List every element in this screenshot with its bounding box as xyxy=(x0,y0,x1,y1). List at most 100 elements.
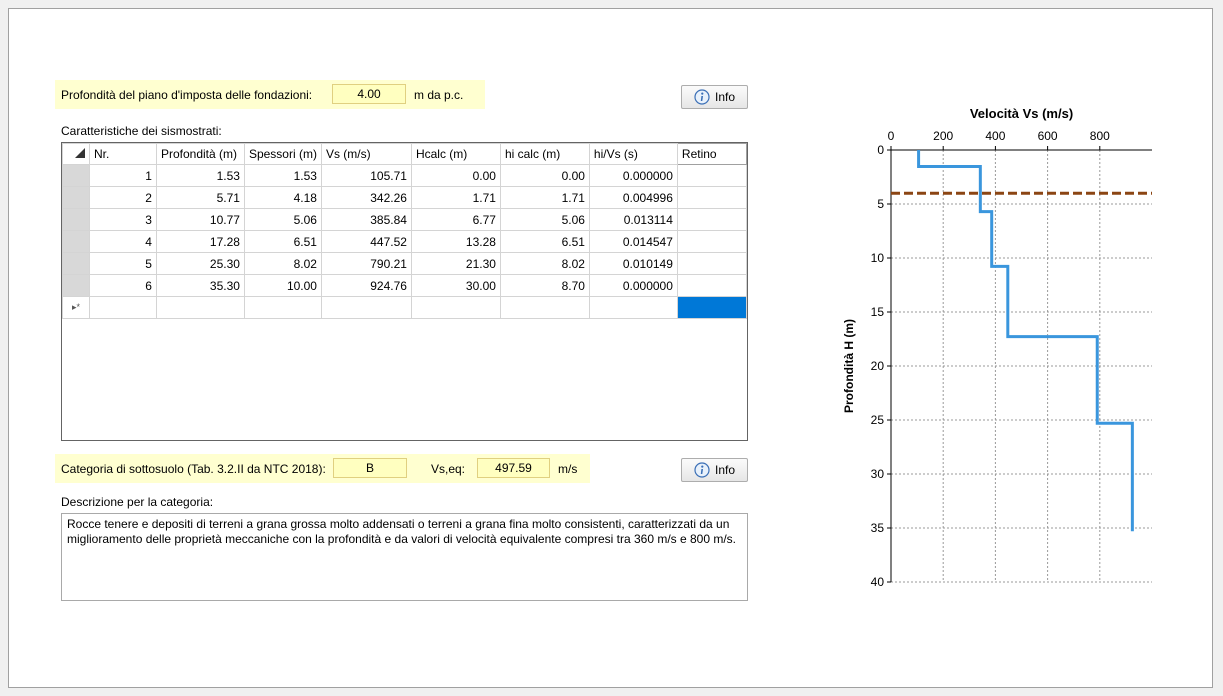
new-row[interactable]: ▸* xyxy=(62,296,748,319)
new-cell-retino[interactable] xyxy=(676,296,748,319)
col-header-hicalc[interactable]: hi calc (m) xyxy=(499,143,590,165)
row-header[interactable] xyxy=(62,164,90,187)
cell-hicalc[interactable]: 6.51 xyxy=(499,230,590,253)
col-header-profondita[interactable]: Profondità (m) xyxy=(155,143,245,165)
cell-vs[interactable]: 105.71 xyxy=(320,164,412,187)
table-row[interactable]: 4 17.28 6.51 447.52 13.28 6.51 0.014547 xyxy=(62,230,748,253)
cell-retino[interactable] xyxy=(676,186,748,209)
cell-hivs[interactable]: 0.000000 xyxy=(588,274,678,297)
cell-vs[interactable]: 447.52 xyxy=(320,230,412,253)
new-cell-hivs[interactable] xyxy=(588,296,678,319)
description-textbox[interactable]: Rocce tenere e depositi di terreni a gra… xyxy=(61,513,748,601)
y-tick-label: 30 xyxy=(871,467,885,481)
cell-retino[interactable] xyxy=(676,208,748,231)
foundation-depth-input[interactable]: 4.00 xyxy=(332,84,406,104)
cell-vs[interactable]: 924.76 xyxy=(320,274,412,297)
cell-nr[interactable]: 3 xyxy=(88,208,157,231)
cell-spessori[interactable]: 1.53 xyxy=(243,164,322,187)
table-header-row: Nr. Profondità (m) Spessori (m) Vs (m/s)… xyxy=(62,143,748,165)
new-row-marker[interactable]: ▸* xyxy=(62,296,90,319)
table-row[interactable]: 5 25.30 8.02 790.21 21.30 8.02 0.010149 xyxy=(62,252,748,275)
cell-hicalc[interactable]: 5.06 xyxy=(499,208,590,231)
new-cell-spessori[interactable] xyxy=(243,296,322,319)
col-header-hcalc[interactable]: Hcalc (m) xyxy=(410,143,501,165)
x-tick-label: 200 xyxy=(933,129,953,143)
cell-profondita[interactable]: 17.28 xyxy=(155,230,245,253)
table-row[interactable]: 3 10.77 5.06 385.84 6.77 5.06 0.013114 xyxy=(62,208,748,231)
cell-spessori[interactable]: 8.02 xyxy=(243,252,322,275)
x-tick-label: 600 xyxy=(1038,129,1058,143)
table-row[interactable]: 6 35.30 10.00 924.76 30.00 8.70 0.000000 xyxy=(62,274,748,297)
cell-nr[interactable]: 4 xyxy=(88,230,157,253)
cell-retino[interactable] xyxy=(676,252,748,275)
cell-hcalc[interactable]: 6.77 xyxy=(410,208,501,231)
cell-vs[interactable]: 790.21 xyxy=(320,252,412,275)
select-all-corner[interactable] xyxy=(62,143,90,165)
category-value: B xyxy=(333,458,407,478)
cell-hicalc[interactable]: 0.00 xyxy=(499,164,590,187)
cell-nr[interactable]: 1 xyxy=(88,164,157,187)
table-row[interactable]: 1 1.53 1.53 105.71 0.00 0.00 0.000000 xyxy=(62,164,748,187)
cell-nr[interactable]: 2 xyxy=(88,186,157,209)
row-header[interactable] xyxy=(62,230,90,253)
vseq-label: Vs,eq: xyxy=(431,462,466,476)
cell-retino[interactable] xyxy=(676,274,748,297)
table-row[interactable]: 2 5.71 4.18 342.26 1.71 1.71 0.004996 xyxy=(62,186,748,209)
cell-spessori[interactable]: 4.18 xyxy=(243,186,322,209)
col-header-hivs[interactable]: hi/Vs (s) xyxy=(588,143,678,165)
cell-retino[interactable] xyxy=(676,164,748,187)
cell-spessori[interactable]: 10.00 xyxy=(243,274,322,297)
col-header-vs[interactable]: Vs (m/s) xyxy=(320,143,412,165)
cell-hivs[interactable]: 0.014547 xyxy=(588,230,678,253)
row-header[interactable] xyxy=(62,274,90,297)
col-header-spessori[interactable]: Spessori (m) xyxy=(243,143,322,165)
new-cell-nr[interactable] xyxy=(88,296,157,319)
row-header[interactable] xyxy=(62,186,90,209)
y-tick-label: 20 xyxy=(871,359,885,373)
y-tick-label: 40 xyxy=(871,575,885,589)
new-cell-hicalc[interactable] xyxy=(499,296,590,319)
info-button-bottom[interactable]: Info xyxy=(681,458,748,482)
cell-hcalc[interactable]: 13.28 xyxy=(410,230,501,253)
cell-profondita[interactable]: 1.53 xyxy=(155,164,245,187)
cell-hcalc[interactable]: 1.71 xyxy=(410,186,501,209)
layers-grid[interactable]: Nr. Profondità (m) Spessori (m) Vs (m/s)… xyxy=(61,142,748,441)
cell-nr[interactable]: 5 xyxy=(88,252,157,275)
cell-hcalc[interactable]: 0.00 xyxy=(410,164,501,187)
cell-hicalc[interactable]: 1.71 xyxy=(499,186,590,209)
new-cell-profondita[interactable] xyxy=(155,296,245,319)
category-label: Categoria di sottosuolo (Tab. 3.2.II da … xyxy=(61,462,326,476)
cell-vs[interactable]: 342.26 xyxy=(320,186,412,209)
cell-spessori[interactable]: 6.51 xyxy=(243,230,322,253)
info-button-label: Info xyxy=(714,463,735,477)
cell-hivs[interactable]: 0.010149 xyxy=(588,252,678,275)
row-header[interactable] xyxy=(62,252,90,275)
col-header-retino[interactable]: Retino xyxy=(676,143,748,165)
cell-profondita[interactable]: 10.77 xyxy=(155,208,245,231)
new-cell-vs[interactable] xyxy=(320,296,412,319)
y-tick-label: 35 xyxy=(871,521,885,535)
info-icon xyxy=(694,462,710,478)
x-tick-label: 800 xyxy=(1090,129,1110,143)
row-header[interactable] xyxy=(62,208,90,231)
y-tick-label: 5 xyxy=(877,197,884,211)
col-header-nr[interactable]: Nr. xyxy=(88,143,157,165)
cell-spessori[interactable]: 5.06 xyxy=(243,208,322,231)
foundation-label: Profondità del piano d'imposta delle fon… xyxy=(61,88,313,102)
cell-profondita[interactable]: 25.30 xyxy=(155,252,245,275)
cell-profondita[interactable]: 5.71 xyxy=(155,186,245,209)
cell-retino[interactable] xyxy=(676,230,748,253)
cell-hivs[interactable]: 0.013114 xyxy=(588,208,678,231)
new-cell-hcalc[interactable] xyxy=(410,296,501,319)
cell-hcalc[interactable]: 21.30 xyxy=(410,252,501,275)
cell-nr[interactable]: 6 xyxy=(88,274,157,297)
cell-hivs[interactable]: 0.004996 xyxy=(588,186,678,209)
chart-title: Velocità Vs (m/s) xyxy=(970,106,1073,121)
info-button-top[interactable]: Info xyxy=(681,85,748,109)
cell-hicalc[interactable]: 8.70 xyxy=(499,274,590,297)
cell-profondita[interactable]: 35.30 xyxy=(155,274,245,297)
cell-vs[interactable]: 385.84 xyxy=(320,208,412,231)
cell-hcalc[interactable]: 30.00 xyxy=(410,274,501,297)
cell-hivs[interactable]: 0.000000 xyxy=(588,164,678,187)
cell-hicalc[interactable]: 8.02 xyxy=(499,252,590,275)
